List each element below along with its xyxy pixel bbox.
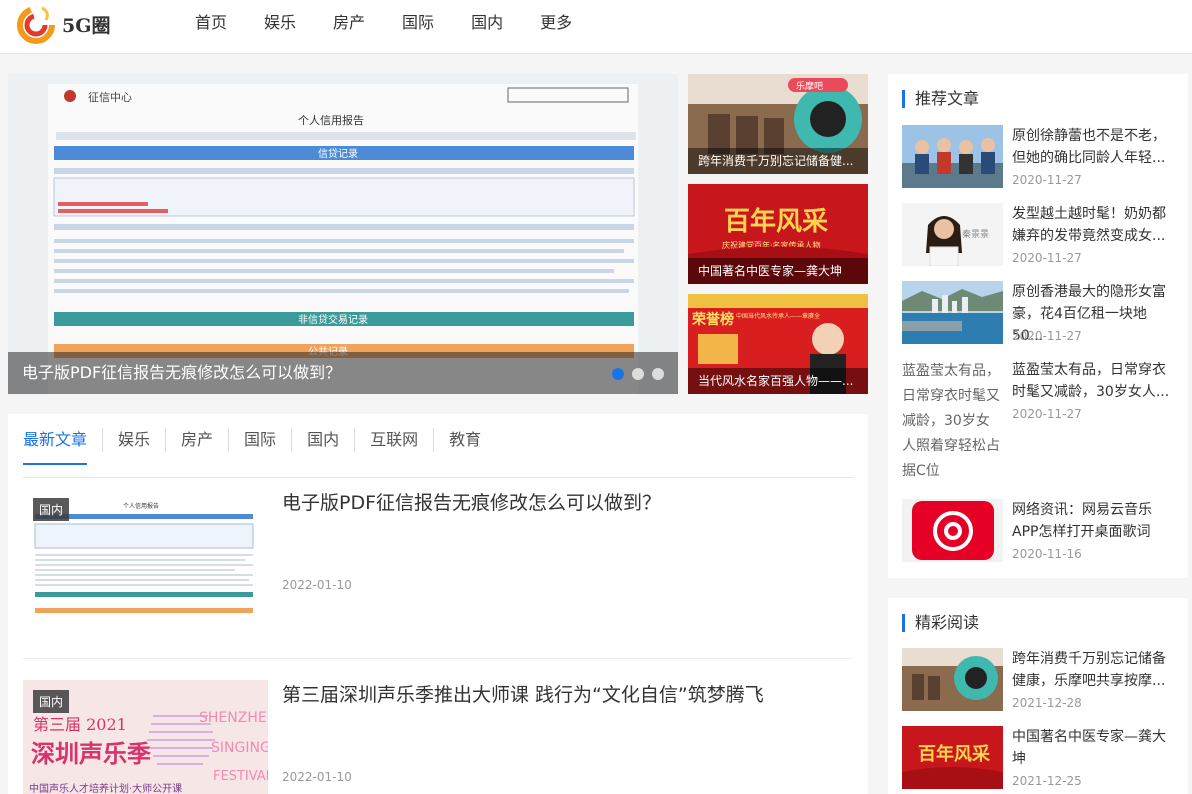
- item-title[interactable]: 跨年消费千万别忘记储备健康，乐摩吧共享按摩...: [1012, 648, 1172, 692]
- post-divider: [23, 658, 853, 659]
- item-title[interactable]: 蓝盈莹太有品，日常穿衣时髦又减龄，30岁女人...: [1012, 359, 1172, 403]
- recommended-widget: 推荐文章 原创徐静蕾也不是不老，但她的确比同龄人年轻... 2020-11-27…: [888, 74, 1188, 578]
- tab-entertainment[interactable]: 娱乐: [102, 428, 165, 452]
- side-thumb-2-image-text: 百年风采: [724, 206, 828, 237]
- item-title[interactable]: 原创徐静蕾也不是不老，但她的确比同龄人年轻...: [1012, 125, 1172, 169]
- slider-dot-1[interactable]: [612, 368, 624, 380]
- post-date: 2022-01-10: [282, 578, 352, 592]
- article-list-panel: 最新文章 娱乐 房产 国际 国内 互联网 教育 个人信用报告 国内 电子版PDF…: [8, 414, 868, 794]
- item-date: 2021-12-28: [1012, 696, 1082, 710]
- item-title[interactable]: 发型越土越时髦！奶奶都嫌弃的发带竟然变成女...: [1012, 203, 1172, 247]
- post-thumbnail[interactable]: 个人信用报告 国内: [23, 488, 268, 638]
- post-2-image-en1: SHENZHEN: [199, 710, 268, 726]
- item-image-massage-chair: [902, 648, 1003, 711]
- tab-education[interactable]: 教育: [433, 428, 496, 452]
- item-date: 2020-11-27: [1012, 407, 1082, 421]
- side-thumb-2[interactable]: 百年风采 庆祝建党百年·名家传承人物 中国著名中医专家—龚大坤: [688, 184, 868, 284]
- featured-item-2-image-text: 百年风采: [918, 743, 991, 765]
- slider-pagination: [612, 368, 664, 380]
- item-2-image-text: 秦景景: [962, 228, 989, 240]
- side-thumb-3-image-subtext: 中国当代风水传承人——章赓全: [736, 312, 820, 320]
- nav-international[interactable]: 国际: [402, 0, 434, 46]
- side-thumb-3-image-text: 荣誉榜: [691, 311, 734, 328]
- hero-slider[interactable]: 征信中心 个人信用报告 信贷记录 非信贷交易记录 公共记录 电子版PDF征信报告…: [8, 74, 678, 394]
- item-title[interactable]: 中国著名中医专家—龚大坤: [1012, 726, 1172, 770]
- post-2-image-en2: SINGING: [211, 740, 268, 756]
- logo-icon: [16, 4, 56, 44]
- post-2-image-en3: FESTIVAL: [213, 769, 268, 784]
- tab-international[interactable]: 国际: [228, 428, 291, 452]
- post-date: 2022-01-10: [282, 770, 352, 784]
- post-1-image-text: 个人信用报告: [123, 502, 159, 510]
- slider-image-org-text: 征信中心: [88, 91, 132, 104]
- post-2-image-line1: 第三届 2021: [33, 715, 127, 734]
- nav-home[interactable]: 首页: [195, 0, 227, 46]
- post-item-2: 第三届 2021 深圳声乐季 中国声乐人才培养计划·大师公开课 SHENZHEN…: [23, 680, 853, 794]
- slider-caption[interactable]: 电子版PDF征信报告无痕修改怎么可以做到？: [8, 352, 678, 394]
- slider-image-section2-text: 非信贷交易记录: [298, 313, 368, 326]
- site-logo[interactable]: 5G圈: [16, 2, 126, 46]
- slider-image-section1-text: 信贷记录: [318, 147, 358, 160]
- post-tag: 国内: [33, 690, 70, 713]
- item-image-hongkong-harbor: [902, 281, 1003, 344]
- post-thumbnail[interactable]: 第三届 2021 深圳声乐季 中国声乐人才培养计划·大师公开课 SHENZHEN…: [23, 680, 268, 794]
- nav-more[interactable]: 更多: [540, 0, 572, 46]
- widget-title: 精彩阅读: [902, 614, 979, 632]
- nav-realestate[interactable]: 房产: [333, 0, 365, 46]
- tab-realestate[interactable]: 房产: [165, 428, 228, 452]
- side-thumb-3[interactable]: 荣誉榜 中国当代风水传承人——章赓全 当代风水名家百强人物——...: [688, 294, 868, 394]
- recommended-item-4[interactable]: 蓝盈莹太有品，日常穿衣时髦又减龄，30岁女人照着穿轻松占据C位 蓝盈莹太有品，日…: [902, 359, 1177, 489]
- item-date: 2020-11-27: [1012, 251, 1082, 265]
- side-thumb-caption[interactable]: 当代风水名家百强人物——...: [688, 368, 868, 394]
- recommended-item-2[interactable]: 秦景景 发型越土越时髦！奶奶都嫌弃的发带竟然变成女... 2020-11-27: [902, 203, 1177, 273]
- item-image-woman-headband: 秦景景: [902, 203, 1003, 266]
- item-image-centennial: 百年风采: [902, 726, 1003, 789]
- post-title[interactable]: 第三届深圳声乐季推出大师课 践行为“文化自信”筑梦腾飞: [282, 680, 764, 707]
- tab-internet[interactable]: 互联网: [354, 428, 433, 452]
- category-tabs: 最新文章 娱乐 房产 国际 国内 互联网 教育: [23, 428, 853, 478]
- recommended-item-5[interactable]: 网络资讯：网易云音乐APP怎样打开桌面歌词 2020-11-16: [902, 499, 1177, 569]
- side-thumb-caption[interactable]: 跨年消费千万别忘记储备健...: [688, 148, 868, 174]
- logo-text: 5G圈: [62, 14, 111, 37]
- item-title[interactable]: 网络资讯：网易云音乐APP怎样打开桌面歌词: [1012, 499, 1172, 543]
- item-date: 2020-11-16: [1012, 547, 1082, 561]
- recommended-item-1[interactable]: 原创徐静蕾也不是不老，但她的确比同龄人年轻... 2020-11-27: [902, 125, 1177, 195]
- slider-dot-3[interactable]: [652, 368, 664, 380]
- slider-image-credit-report: 征信中心 个人信用报告 信贷记录 非信贷交易记录 公共记录: [8, 74, 678, 394]
- item-image-group-photo: [902, 125, 1003, 188]
- recommended-item-3[interactable]: 原创香港最大的隐形女富豪，花4百亿租一块地50... 2020-11-27: [902, 281, 1177, 351]
- nav-entertainment[interactable]: 娱乐: [264, 0, 296, 46]
- tab-domestic[interactable]: 国内: [291, 428, 354, 452]
- post-title[interactable]: 电子版PDF征信报告无痕修改怎么可以做到？: [282, 488, 661, 515]
- nav-domestic[interactable]: 国内: [471, 0, 503, 46]
- featured-widget: 精彩阅读 跨年消费千万别忘记储备健康，乐摩吧共享按摩... 2021-12-28…: [888, 598, 1188, 794]
- item-date: 2021-12-25: [1012, 774, 1082, 788]
- main-nav: 首页 娱乐 房产 国际 国内 更多: [195, 0, 609, 46]
- post-item-1: 个人信用报告 国内 电子版PDF征信报告无痕修改怎么可以做到？ 2022-01-…: [23, 488, 853, 648]
- post-tag: 国内: [33, 498, 70, 521]
- post-2-image-line2: 深圳声乐季: [31, 739, 151, 768]
- widget-title: 推荐文章: [902, 90, 979, 108]
- featured-item-1[interactable]: 跨年消费千万别忘记储备健康，乐摩吧共享按摩... 2021-12-28: [902, 648, 1177, 718]
- slider-image-title-text: 个人信用报告: [298, 113, 364, 127]
- side-thumb-1[interactable]: 乐摩吧 跨年消费千万别忘记储备健...: [688, 74, 868, 174]
- side-thumb-1-image-text: 乐摩吧: [796, 80, 823, 92]
- item-date: 2020-11-27: [1012, 173, 1082, 187]
- featured-item-2[interactable]: 百年风采 中国著名中医专家—龚大坤 2021-12-25: [902, 726, 1177, 794]
- broken-image-alt-text: 蓝盈莹太有品，日常穿衣时髦又减龄，30岁女人照着穿轻松占据C位: [902, 363, 1000, 479]
- netease-music-logo-icon: [902, 499, 1003, 562]
- side-thumb-caption[interactable]: 中国著名中医专家—龚大坤: [688, 258, 868, 284]
- site-header: 5G圈 首页 娱乐 房产 国际 国内 更多: [0, 0, 1192, 54]
- item-date: 2020-11-27: [1012, 329, 1082, 343]
- slider-dot-2[interactable]: [632, 368, 644, 380]
- post-2-image-line3: 中国声乐人才培养计划·大师公开课: [29, 782, 182, 794]
- tab-latest[interactable]: 最新文章: [23, 428, 102, 465]
